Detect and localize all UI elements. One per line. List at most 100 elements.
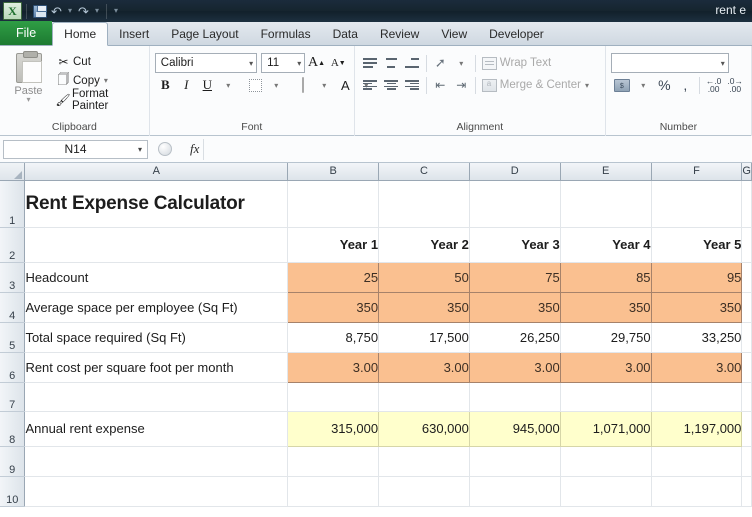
cell-F2[interactable]: Year 5	[651, 227, 743, 263]
cell-B8[interactable]: 315,000	[287, 410, 380, 447]
cell-B5[interactable]: 8,750	[287, 322, 380, 353]
tab-page-layout[interactable]: Page Layout	[160, 22, 249, 45]
cell-A5[interactable]: Total space required (Sq Ft)	[24, 322, 289, 353]
cell-A3[interactable]: Headcount	[24, 262, 289, 293]
underline-dropdown-icon[interactable]: ▾	[218, 75, 239, 96]
select-all-corner[interactable]	[0, 163, 26, 181]
cell-E4[interactable]: 350	[559, 291, 652, 323]
borders-dropdown-icon[interactable]: ▾	[266, 75, 287, 96]
align-left-button[interactable]	[360, 75, 381, 96]
cell-A10[interactable]	[24, 476, 289, 507]
cell-B6[interactable]: 3.00	[287, 351, 380, 383]
chevron-down-icon[interactable]: ▾	[26, 96, 30, 104]
row-header-8[interactable]: 8	[0, 411, 26, 447]
row-header-4[interactable]: 4	[0, 292, 26, 323]
decrease-font-size-button[interactable]: A ▼	[328, 53, 349, 74]
cell-B1[interactable]	[287, 180, 380, 228]
paste-button[interactable]: Paste ▾	[5, 50, 52, 121]
accounting-dropdown-icon[interactable]: ▾	[633, 75, 654, 96]
cell-C10[interactable]	[378, 476, 470, 507]
tab-review[interactable]: Review	[369, 22, 430, 45]
cell-G7[interactable]	[741, 382, 752, 412]
orientation-dropdown-icon[interactable]: ▾	[451, 53, 472, 74]
cell-D7[interactable]	[469, 382, 561, 412]
insert-function-round-icon[interactable]	[158, 142, 172, 156]
cell-D4[interactable]: 350	[468, 291, 561, 323]
cell-E3[interactable]: 85	[559, 261, 652, 293]
cell-G5[interactable]	[741, 322, 752, 353]
cell-G3[interactable]	[741, 262, 752, 293]
fx-icon[interactable]: fx	[190, 141, 199, 157]
bold-button[interactable]: B	[155, 75, 176, 96]
font-size-select[interactable]: 11 ▾	[261, 53, 306, 73]
cell-G1[interactable]	[741, 180, 752, 228]
wrap-text-button[interactable]: Wrap Text	[479, 53, 554, 74]
cell-F5[interactable]: 33,250	[651, 322, 743, 353]
chevron-down-icon[interactable]: ▾	[138, 145, 142, 154]
underline-button[interactable]: U	[197, 75, 218, 96]
redo-icon[interactable]: ↷	[75, 3, 92, 20]
cell-F9[interactable]	[651, 446, 743, 477]
cell-E10[interactable]	[560, 476, 652, 507]
increase-decimal-button[interactable]: ←.0.00	[703, 75, 725, 96]
cell-B9[interactable]	[287, 446, 380, 477]
tab-data[interactable]: Data	[322, 22, 369, 45]
cell-E6[interactable]: 3.00	[559, 351, 652, 383]
cell-G10[interactable]	[741, 476, 752, 507]
cell-B10[interactable]	[287, 476, 380, 507]
cell-D8[interactable]: 945,000	[468, 410, 561, 447]
cell-C8[interactable]: 630,000	[378, 410, 470, 447]
cell-D5[interactable]: 26,250	[469, 322, 561, 353]
tab-insert[interactable]: Insert	[108, 22, 160, 45]
increase-font-size-button[interactable]: A ▲	[305, 53, 328, 74]
customize-quick-access-icon[interactable]: ▾	[111, 3, 121, 20]
row-header-2[interactable]: 2	[0, 227, 26, 263]
percent-format-button[interactable]: %	[654, 75, 675, 96]
col-header-F[interactable]: F	[651, 163, 743, 181]
excel-logo-icon[interactable]: X	[3, 2, 22, 20]
cell-C7[interactable]	[378, 382, 470, 412]
row-header-3[interactable]: 3	[0, 262, 26, 293]
cell-D2[interactable]: Year 3	[469, 227, 561, 263]
cell-F4[interactable]: 350	[650, 291, 743, 323]
comma-format-button[interactable]: ,	[675, 75, 696, 96]
row-header-6[interactable]: 6	[0, 352, 26, 383]
cell-F3[interactable]: 95	[650, 261, 743, 293]
increase-indent-button[interactable]: ⇥	[451, 75, 472, 96]
cell-C6[interactable]: 3.00	[378, 351, 470, 383]
row-header-10[interactable]: 10	[0, 476, 26, 507]
cell-G9[interactable]	[741, 446, 752, 477]
cell-C5[interactable]: 17,500	[378, 322, 470, 353]
undo-icon[interactable]: ↶	[48, 3, 65, 20]
cut-button[interactable]: ✂ Cut	[54, 52, 144, 71]
align-top-button[interactable]	[360, 53, 381, 74]
align-right-button[interactable]	[402, 75, 423, 96]
tab-view[interactable]: View	[430, 22, 478, 45]
fill-color-button[interactable]	[293, 75, 314, 96]
cell-G4[interactable]	[741, 292, 752, 323]
cell-C9[interactable]	[378, 446, 470, 477]
formula-input[interactable]	[203, 138, 752, 160]
cell-A9[interactable]	[24, 446, 289, 477]
cell-C1[interactable]	[378, 180, 470, 228]
cell-E5[interactable]: 29,750	[560, 322, 652, 353]
undo-dropdown-icon[interactable]: ▾	[65, 3, 75, 20]
fill-color-dropdown-icon[interactable]: ▾	[314, 75, 335, 96]
cell-A4[interactable]: Average space per employee (Sq Ft)	[24, 292, 289, 323]
cell-D6[interactable]: 3.00	[468, 351, 561, 383]
cell-E9[interactable]	[560, 446, 652, 477]
cell-F1[interactable]	[651, 180, 743, 228]
decrease-decimal-button[interactable]: .0→ .00	[724, 75, 746, 96]
cell-F10[interactable]	[651, 476, 743, 507]
cell-F6[interactable]: 3.00	[650, 351, 743, 383]
decrease-indent-button[interactable]: ⇤	[430, 75, 451, 96]
cell-F8[interactable]: 1,197,000	[650, 410, 743, 447]
cell-B7[interactable]	[287, 382, 380, 412]
col-header-G[interactable]: G	[741, 163, 752, 181]
redo-dropdown-icon[interactable]: ▾	[92, 3, 102, 20]
row-header-5[interactable]: 5	[0, 322, 26, 353]
cell-F7[interactable]	[651, 382, 743, 412]
font-color-button[interactable]: A	[335, 75, 356, 96]
cell-B4[interactable]: 350	[287, 291, 380, 323]
borders-button[interactable]	[245, 75, 266, 96]
